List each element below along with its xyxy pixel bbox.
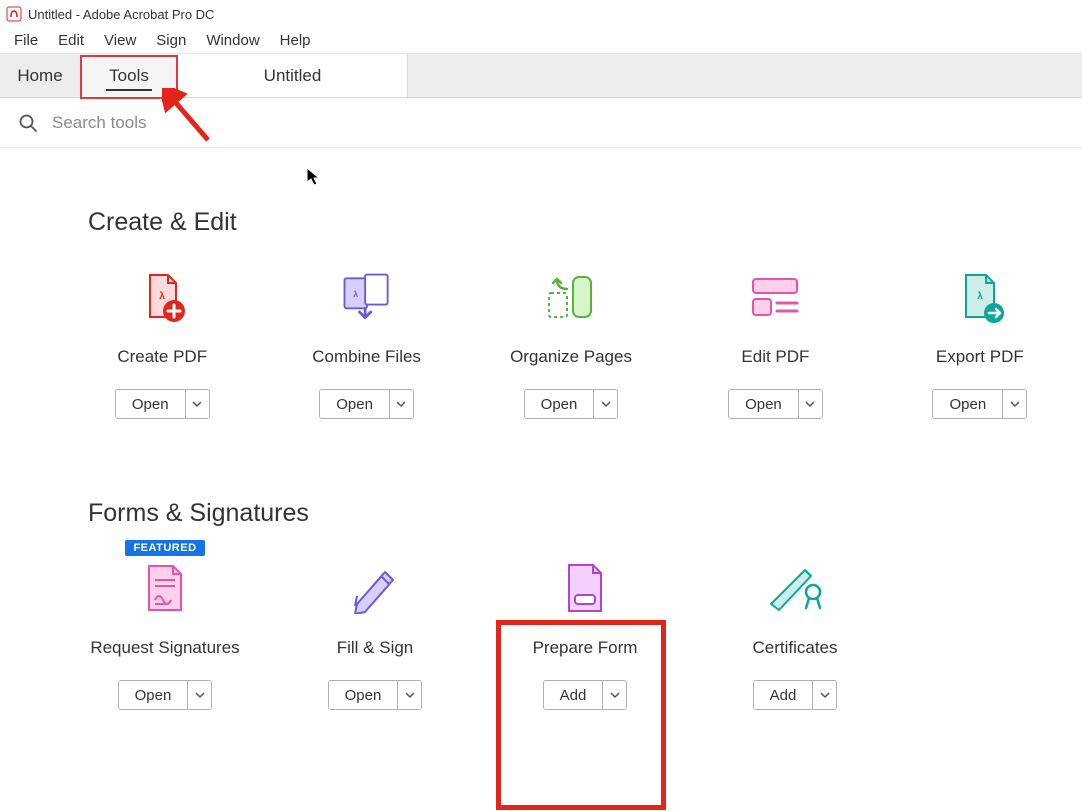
section-forms-signatures: Forms & Signatures FEATURED Request Sign… (0, 499, 1082, 750)
tool-label: Export PDF (936, 347, 1024, 367)
tool-prepare-form[interactable]: Prepare Form Add (480, 558, 690, 710)
certificates-icon (765, 558, 825, 618)
tool-action: Open (524, 389, 619, 419)
tool-certificates[interactable]: Certificates Add (690, 558, 900, 710)
tool-export-pdf[interactable]: λ Export PDF Open (878, 267, 1082, 419)
tool-label: Combine Files (312, 347, 421, 367)
menu-window[interactable]: Window (196, 30, 269, 51)
open-button[interactable]: Open (119, 681, 188, 709)
tool-action: Open (932, 389, 1027, 419)
tool-action: Open (728, 389, 823, 419)
open-button[interactable]: Open (729, 390, 798, 418)
search-input[interactable] (52, 113, 452, 133)
add-button[interactable]: Add (544, 681, 603, 709)
tool-fill-sign[interactable]: Fill & Sign Open (270, 558, 480, 710)
title-bar: Untitled - Adobe Acrobat Pro DC (0, 0, 1082, 28)
prepare-form-icon (555, 558, 615, 618)
open-button[interactable]: Open (116, 390, 185, 418)
menu-sign[interactable]: Sign (146, 30, 196, 51)
tool-label: Edit PDF (741, 347, 809, 367)
dropdown-caret-icon[interactable] (185, 390, 209, 418)
svg-text:λ: λ (353, 289, 358, 299)
tool-label: Fill & Sign (337, 638, 414, 658)
acrobat-app-icon (6, 6, 22, 22)
tool-label: Organize Pages (510, 347, 632, 367)
create-pdf-icon: λ (132, 267, 192, 327)
open-button[interactable]: Open (933, 390, 1002, 418)
tool-label: Certificates (752, 638, 837, 658)
section-title: Create & Edit (88, 208, 1082, 237)
menu-edit[interactable]: Edit (48, 30, 94, 51)
tool-row: λ Create PDF Open λ Combine Files Open (0, 267, 1082, 419)
search-bar (0, 98, 1082, 148)
dropdown-caret-icon[interactable] (812, 681, 836, 709)
fill-sign-icon (345, 558, 405, 618)
open-button[interactable]: Open (320, 390, 389, 418)
tool-organize-pages[interactable]: Organize Pages Open (469, 267, 673, 419)
tool-action: Open (118, 680, 213, 710)
tool-edit-pdf[interactable]: Edit PDF Open (673, 267, 877, 419)
dropdown-caret-icon[interactable] (602, 681, 626, 709)
tool-action: Open (115, 389, 210, 419)
combine-files-icon: λ (337, 267, 397, 327)
tools-content: Create & Edit λ Create PDF Open λ Combin… (0, 148, 1082, 750)
request-signatures-icon (135, 558, 195, 618)
add-button[interactable]: Add (754, 681, 813, 709)
tab-bar: Home Tools Untitled (0, 54, 1082, 98)
tool-row: FEATURED Request Signatures Open Fill & … (0, 558, 1082, 710)
svg-text:λ: λ (159, 291, 165, 302)
tool-request-signatures[interactable]: FEATURED Request Signatures Open (60, 558, 270, 710)
dropdown-caret-icon[interactable] (397, 681, 421, 709)
search-icon (18, 113, 38, 133)
export-pdf-icon: λ (950, 267, 1010, 327)
dropdown-caret-icon[interactable] (593, 390, 617, 418)
open-button[interactable]: Open (329, 681, 398, 709)
dropdown-caret-icon[interactable] (1002, 390, 1026, 418)
tool-label: Request Signatures (90, 638, 239, 658)
open-button[interactable]: Open (525, 390, 594, 418)
dropdown-caret-icon[interactable] (389, 390, 413, 418)
tool-label: Prepare Form (533, 638, 638, 658)
tool-label: Create PDF (117, 347, 207, 367)
section-create-edit: Create & Edit λ Create PDF Open λ Combin… (0, 208, 1082, 459)
featured-badge: FEATURED (125, 540, 204, 556)
organize-pages-icon (541, 267, 601, 327)
tool-action: Open (319, 389, 414, 419)
tab-tools[interactable]: Tools (80, 54, 178, 97)
dropdown-caret-icon[interactable] (187, 681, 211, 709)
tool-action: Add (543, 680, 628, 710)
tool-action: Add (753, 680, 838, 710)
edit-pdf-icon (745, 267, 805, 327)
menu-view[interactable]: View (94, 30, 146, 51)
tool-create-pdf[interactable]: λ Create PDF Open (60, 267, 264, 419)
tool-combine-files[interactable]: λ Combine Files Open (264, 267, 468, 419)
tab-home[interactable]: Home (0, 54, 80, 97)
section-title: Forms & Signatures (88, 499, 1082, 528)
tab-document[interactable]: Untitled (178, 54, 408, 97)
svg-text:λ: λ (977, 291, 983, 302)
menu-bar: File Edit View Sign Window Help (0, 28, 1082, 54)
window-title: Untitled - Adobe Acrobat Pro DC (28, 7, 214, 22)
dropdown-caret-icon[interactable] (798, 390, 822, 418)
tool-action: Open (328, 680, 423, 710)
menu-file[interactable]: File (4, 30, 48, 51)
menu-help[interactable]: Help (270, 30, 321, 51)
